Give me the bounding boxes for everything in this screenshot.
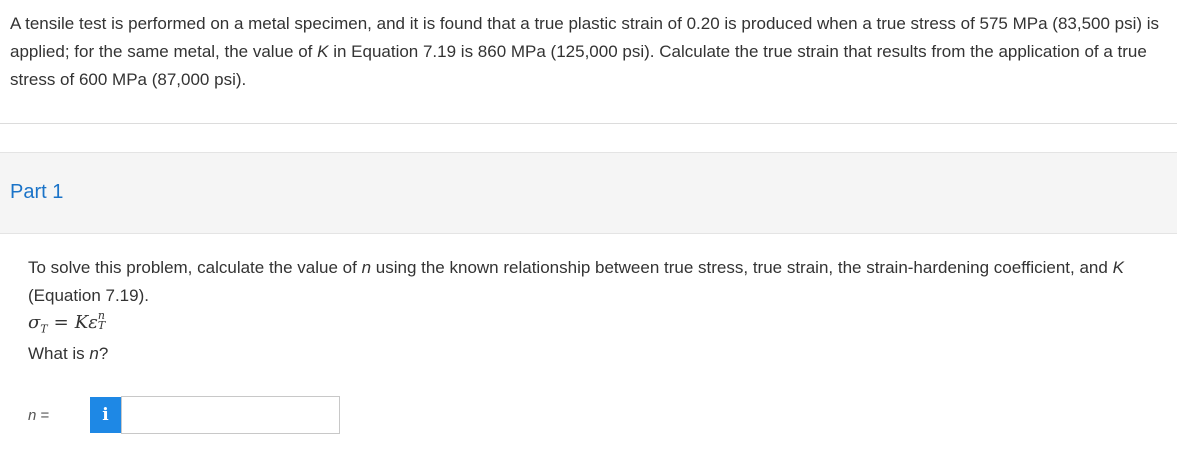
part-title: Part 1 [10, 181, 64, 203]
answer-input[interactable] [121, 396, 340, 434]
equation-sigma: σ [28, 312, 41, 333]
question-prompt: What is n? [28, 340, 108, 368]
answer-row: n = i [28, 396, 340, 434]
problem-statement: A tensile test is performed on a metal s… [10, 10, 1170, 94]
equation-epsilon: ε [88, 312, 98, 333]
answer-label: n = [28, 407, 90, 424]
problem-var-k: K [317, 42, 329, 61]
equation-exponent: nT [97, 310, 106, 332]
answer-label-eq: = [36, 406, 50, 424]
prompt-var-n: n [89, 344, 99, 363]
instruction-text-2: using the known relationship between tru… [371, 258, 1113, 277]
equation-exponent-sub: T [97, 319, 106, 332]
instruction-var-n: n [361, 258, 372, 277]
equation-k: K [74, 312, 89, 333]
prompt-text-2: ? [98, 344, 109, 363]
equation-sigma-sub: T [40, 322, 48, 336]
instruction-text-1: To solve this problem, calculate the val… [28, 258, 362, 277]
instruction-var-k: K [1112, 258, 1124, 277]
instruction-text-3: (Equation 7.19). [28, 286, 149, 305]
equation-7-19: σT = Kεn T [28, 310, 106, 336]
part-header: Part 1 [0, 152, 1177, 234]
equation-equals: = [53, 312, 69, 333]
part-instructions: To solve this problem, calculate the val… [28, 254, 1158, 310]
prompt-text-1: What is [28, 344, 90, 363]
divider [0, 123, 1177, 124]
info-icon[interactable]: i [90, 397, 121, 433]
